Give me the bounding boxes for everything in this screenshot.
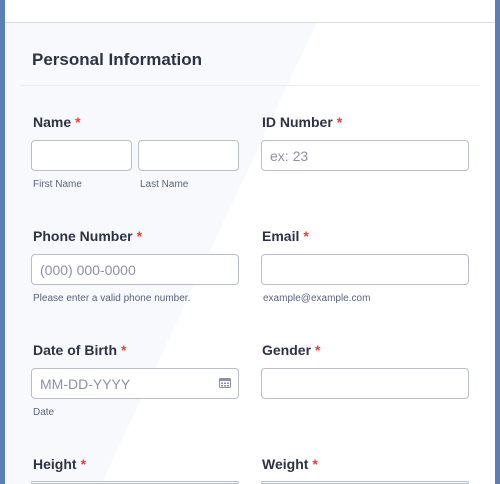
phone-number-input[interactable] [31,254,239,285]
required-asterisk: * [315,342,321,358]
date-of-birth-label-text: Date of Birth [33,342,117,358]
required-asterisk: * [136,228,143,244]
email-label: Email * [262,228,309,244]
id-number-label-text: ID Number [262,114,333,130]
height-label-text: Height [33,456,77,472]
first-name-input[interactable] [31,140,132,171]
first-name-sublabel: First Name [33,179,82,190]
name-label-text: Name [33,114,72,130]
email-label-text: Email [262,228,300,244]
id-number-label: ID Number * [262,114,342,130]
date-of-birth-input[interactable] [31,368,239,399]
required-asterisk: * [303,228,309,244]
name-label: Name * [33,114,81,130]
gender-label: Gender * [262,342,320,358]
calendar-icon[interactable] [219,378,231,388]
gender-input[interactable] [261,368,469,399]
required-asterisk: * [80,456,87,472]
height-label: Height * [33,456,86,472]
phone-number-label: Phone Number * [33,228,142,244]
weight-label-text: Weight [262,456,309,472]
gender-label-text: Gender [262,342,312,358]
required-asterisk: * [312,456,318,472]
email-input[interactable] [261,254,469,285]
phone-number-label-text: Phone Number [33,228,133,244]
last-name-input[interactable] [138,140,239,171]
date-of-birth-sublabel: Date [33,407,55,418]
email-sublabel: example@example.com [263,293,371,304]
section-title: Personal Information [32,50,203,69]
last-name-sublabel: Last Name [140,179,189,190]
required-asterisk: * [121,342,127,358]
section-divider [20,85,480,86]
id-number-input[interactable] [261,140,469,171]
weight-label: Weight * [262,456,318,472]
date-of-birth-label: Date of Birth * [33,342,126,358]
required-asterisk: * [336,114,343,130]
phone-number-sublabel: Please enter a valid phone number. [33,293,191,304]
required-asterisk: * [75,114,81,130]
